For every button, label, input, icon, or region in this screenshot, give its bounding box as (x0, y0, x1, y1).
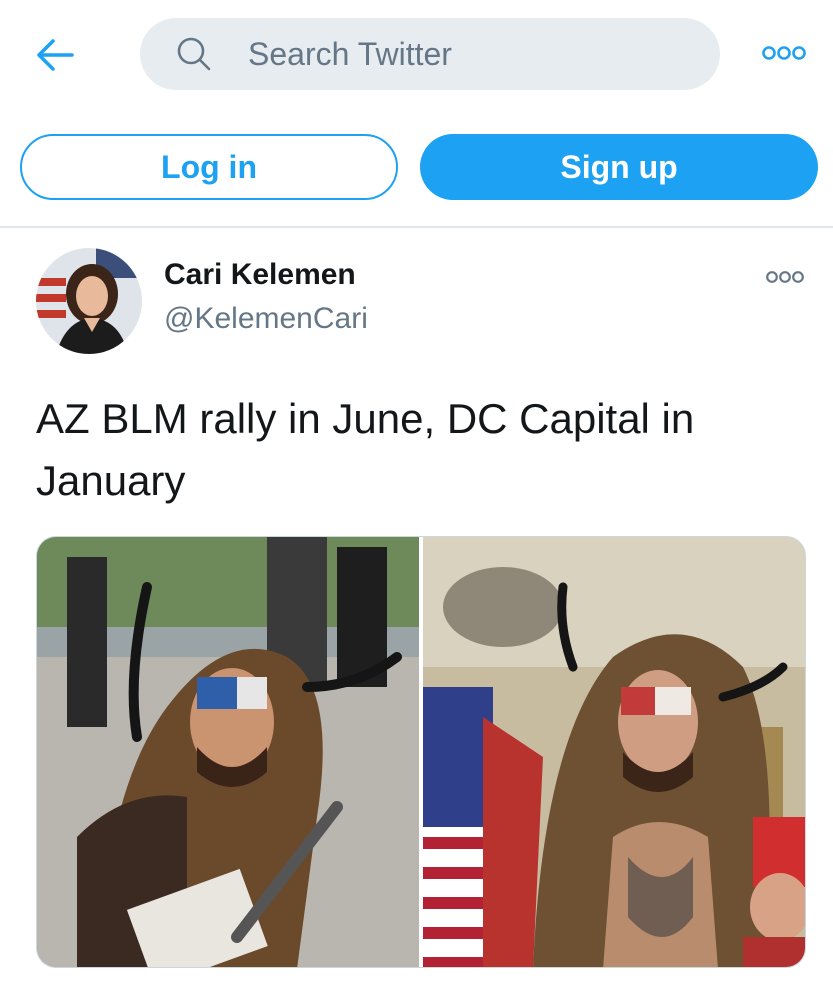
author-name[interactable]: Cari Kelemen (164, 258, 356, 292)
photo-image (423, 537, 805, 967)
more-horizontal-icon (762, 46, 806, 60)
tweet-media (36, 536, 806, 968)
auth-bar: Log in Sign up (0, 106, 833, 228)
tweet-text: AZ BLM rally in June, DC Capital in Janu… (36, 395, 695, 504)
author-handle[interactable]: @KelemenCari (164, 302, 368, 336)
arrow-left-icon (37, 39, 74, 71)
tweet-photo-left[interactable] (37, 537, 419, 967)
login-button[interactable]: Log in (20, 134, 398, 200)
more-horizontal-icon (766, 271, 804, 283)
top-bar (0, 0, 833, 106)
signup-button[interactable]: Sign up (420, 134, 818, 200)
avatar-image (36, 248, 142, 354)
avatar[interactable] (36, 248, 142, 354)
search-input[interactable] (248, 18, 696, 90)
search-bar[interactable] (140, 18, 720, 90)
tweet-more-button[interactable] (760, 264, 810, 290)
more-options-button[interactable] (756, 38, 812, 68)
photo-image (37, 537, 419, 967)
tweet: Cari Kelemen @KelemenCari AZ BLM rally i… (0, 228, 833, 1000)
search-icon (177, 37, 211, 71)
back-button[interactable] (30, 30, 80, 80)
tweet-photo-right[interactable] (423, 537, 805, 967)
